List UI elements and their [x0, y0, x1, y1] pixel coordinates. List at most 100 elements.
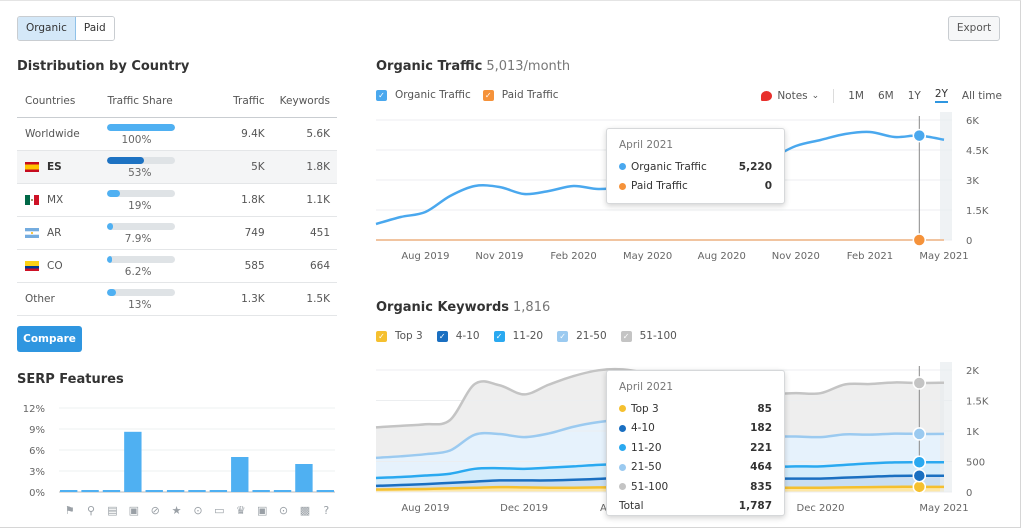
checkbox-icon[interactable]: ✓	[620, 330, 632, 342]
country-cell: AR	[17, 216, 100, 250]
serp-bar[interactable]	[145, 490, 163, 492]
series-dot-icon	[619, 483, 626, 491]
notes-dropdown[interactable]: Notes ⌄	[761, 90, 819, 102]
organic-keywords-tooltip: April 2021 Top 3 85 4-10 182 11-20 221 21-50 46…	[606, 370, 785, 516]
range-6m[interactable]: 6M	[878, 90, 894, 102]
crown-icon[interactable]: ♛	[236, 504, 246, 517]
x-tick-label: Feb 2021	[847, 251, 893, 262]
serp-bar[interactable]	[166, 490, 185, 492]
question-box-icon[interactable]: ▩	[300, 504, 310, 517]
keywords-value[interactable]: 1.1K	[271, 183, 337, 217]
keywords-value[interactable]: 1.8K	[271, 150, 337, 184]
series-dot-icon	[619, 405, 626, 413]
highlight-point[interactable]	[912, 233, 927, 247]
range-all-time[interactable]: All time	[962, 90, 1002, 102]
serp-bar[interactable]	[102, 490, 121, 492]
video-icon[interactable]: ▭	[214, 504, 224, 517]
serp-bar[interactable]	[188, 490, 206, 492]
country-name[interactable]: CO	[47, 260, 63, 272]
serp-bar[interactable]	[209, 490, 228, 492]
export-button[interactable]: Export	[948, 16, 1000, 41]
image-pack-icon[interactable]: ▣	[257, 504, 267, 517]
traffic-share-fill	[107, 289, 117, 296]
tooltip-date: April 2021	[619, 381, 674, 393]
traffic-value: 1.3K	[216, 281, 272, 316]
country-name[interactable]: ES	[47, 161, 62, 173]
legend-label: 4-10	[455, 330, 480, 342]
graduation-cap-icon[interactable]: ⚑	[65, 504, 75, 517]
serp-bar[interactable]	[81, 490, 99, 492]
paid-toggle-button[interactable]: Paid	[75, 17, 114, 40]
serp-bar[interactable]	[295, 464, 313, 492]
serp-bar[interactable]	[252, 490, 270, 492]
legend-top-3[interactable]: ✓ Top 3	[376, 330, 423, 342]
checkbox-icon[interactable]: ✓	[557, 330, 569, 342]
table-row[interactable]: CO 6.2% 585 664	[17, 249, 337, 283]
link-icon[interactable]: ⊘	[151, 504, 160, 517]
highlight-point[interactable]	[912, 468, 927, 483]
compare-button[interactable]: Compare	[17, 326, 82, 352]
organic-toggle-button[interactable]: Organic	[18, 17, 76, 40]
image-icon[interactable]: ▣	[129, 504, 139, 517]
highlight-point[interactable]	[912, 376, 927, 390]
table-row[interactable]: ES 53% 5K 1.8K	[17, 150, 337, 184]
video-play-icon[interactable]: ⊙	[193, 504, 202, 517]
y-tick-label: 1.5K	[966, 206, 989, 217]
country-name[interactable]: MX	[47, 194, 63, 206]
serp-bar[interactable]	[273, 490, 292, 492]
keywords-value[interactable]: 451	[271, 216, 337, 250]
checkbox-icon[interactable]: ✓	[436, 330, 448, 342]
legend-11-20[interactable]: ✓ 11-20	[493, 330, 544, 342]
serp-bar[interactable]	[124, 431, 142, 492]
range-1m[interactable]: 1M	[848, 90, 864, 102]
traffic-share-value: 100%	[121, 133, 152, 146]
keywords-value[interactable]: 664	[271, 249, 337, 283]
checkbox-icon[interactable]: ✓	[376, 330, 387, 342]
serp-bar[interactable]	[231, 457, 249, 492]
traffic-share-value: 53%	[128, 166, 152, 179]
traffic-share-fill	[107, 223, 113, 230]
legend-paid-traffic[interactable]: ✓ Paid Traffic	[482, 89, 559, 101]
play-circle-icon[interactable]: ⊙	[279, 504, 288, 517]
y-tick-label: 0%	[29, 488, 45, 499]
country-name[interactable]: AR	[47, 227, 61, 239]
legend-label: 11-20	[512, 330, 544, 342]
highlight-point[interactable]	[912, 427, 927, 441]
tooltip-value: 464	[750, 461, 772, 474]
news-icon[interactable]: ▤	[107, 504, 117, 517]
tooltip-row: 21-50 464	[619, 458, 772, 478]
y-tick-label: 6K	[966, 116, 979, 127]
highlight-point[interactable]	[912, 480, 927, 494]
checkbox-icon[interactable]: ✓	[482, 89, 494, 101]
checkbox-icon[interactable]: ✓	[493, 330, 505, 342]
x-tick-label: Feb 2020	[550, 251, 596, 262]
star-icon[interactable]: ★	[172, 504, 182, 517]
tooltip-label: Organic Traffic	[631, 160, 707, 173]
serp-bar[interactable]	[60, 490, 78, 492]
traffic-value[interactable]: 1.8K	[216, 183, 272, 217]
keywords-value: 5.6K	[271, 117, 337, 151]
map-pin-icon[interactable]: ⚲	[87, 504, 95, 517]
tooltip-value: 221	[750, 441, 772, 454]
range-2y[interactable]: 2Y	[934, 88, 948, 103]
traffic-value[interactable]: 585	[216, 249, 272, 283]
tooltip-value: 182	[750, 422, 772, 435]
checkbox-icon[interactable]: ✓	[376, 89, 387, 101]
legend-4-10[interactable]: ✓ 4-10	[436, 330, 480, 342]
legend-51-100[interactable]: ✓ 51-100	[620, 330, 677, 342]
x-tick-label: Dec 2019	[500, 503, 548, 514]
traffic-value[interactable]: 5K	[216, 150, 272, 184]
serp-bar[interactable]	[316, 490, 334, 492]
table-row[interactable]: AR 7.9% 749 451	[17, 216, 337, 250]
notes-label: Notes	[777, 89, 808, 102]
x-tick-label: Aug 2019	[401, 251, 449, 262]
question-circle-icon[interactable]: ?	[323, 504, 329, 517]
traffic-value[interactable]: 749	[216, 216, 272, 250]
legend-organic-traffic[interactable]: ✓ Organic Traffic	[376, 89, 471, 101]
highlight-point[interactable]	[912, 128, 927, 143]
legend-21-50[interactable]: ✓ 21-50	[557, 330, 607, 342]
highlight-point[interactable]	[912, 455, 927, 469]
series-dot-icon	[619, 444, 626, 452]
range-1y[interactable]: 1Y	[908, 90, 921, 102]
table-row[interactable]: MX 19% 1.8K 1.1K	[17, 183, 337, 217]
